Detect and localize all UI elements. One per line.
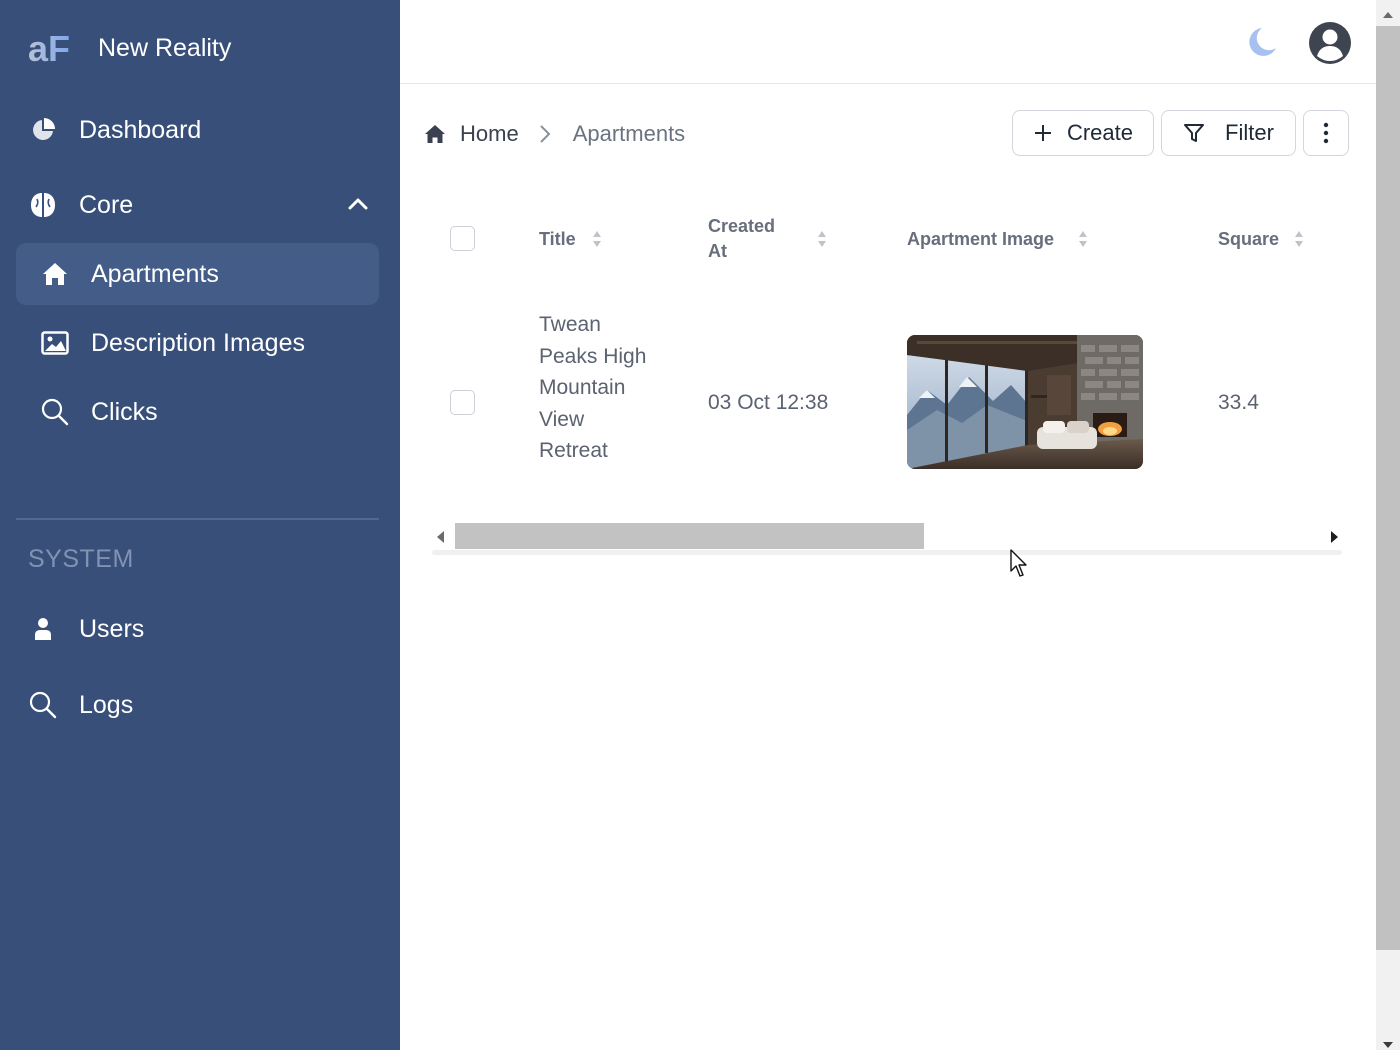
sort-icon[interactable] (592, 230, 602, 253)
sidebar-item-label: Users (79, 614, 145, 643)
cell-created-at: 03 Oct 12:38 (708, 391, 829, 414)
moon-icon[interactable] (1248, 26, 1278, 63)
chevron-up-icon[interactable] (347, 193, 369, 220)
horizontal-scroll-track[interactable] (432, 550, 1342, 555)
section-label-system: SYSTEM (28, 545, 134, 573)
sidebar-item-clicks[interactable]: Clicks (16, 381, 379, 443)
breadcrumb: Home Apartments (424, 116, 685, 152)
breadcrumb-current: Apartments (572, 121, 686, 146)
sidebar-item-label: Dashboard (79, 115, 202, 144)
dots-vertical-icon (1323, 122, 1329, 144)
scroll-right-arrow-icon[interactable] (1330, 530, 1340, 549)
column-header-apartment-image[interactable]: Apartment Image (907, 227, 1054, 252)
filter-button[interactable]: Filter (1161, 110, 1296, 156)
column-header-created-at[interactable]: Created At (708, 214, 798, 264)
row-checkbox[interactable] (450, 390, 475, 415)
user-icon (28, 614, 58, 644)
app-name: New Reality (98, 33, 232, 62)
scroll-up-arrow-icon[interactable] (1382, 6, 1394, 24)
filter-icon (1183, 122, 1205, 144)
svg-text:aF: aF (28, 28, 70, 68)
app-logo: aF (28, 28, 80, 68)
cell-square: 33.4 (1218, 391, 1259, 414)
sidebar-divider (16, 518, 379, 520)
breadcrumb-home[interactable]: Home (460, 121, 519, 147)
search-icon (28, 690, 58, 720)
home-icon[interactable] (424, 123, 446, 145)
more-actions-button[interactable] (1303, 110, 1349, 156)
mouse-cursor-icon (1010, 549, 1030, 584)
sidebar-item-label: Apartments (91, 259, 219, 288)
sidebar-item-label: Clicks (91, 397, 158, 426)
sidebar-item-core[interactable]: Core (16, 174, 379, 236)
sidebar: aF New Reality Dashboard Core Apartments… (0, 0, 400, 1050)
sidebar-item-label: Core (79, 190, 134, 219)
sort-icon[interactable] (1294, 230, 1304, 253)
sidebar-item-dashboard[interactable]: Dashboard (16, 99, 379, 161)
brand[interactable]: aF New Reality (28, 28, 231, 68)
vertical-scrollbar-thumb[interactable] (1376, 26, 1400, 950)
sidebar-item-label: Logs (79, 690, 134, 719)
scroll-left-arrow-icon[interactable] (435, 530, 445, 549)
cell-title: Twean Peaks High Mountain View Retreat (539, 313, 647, 463)
sort-icon[interactable] (817, 230, 827, 253)
sidebar-item-label: Description Images (91, 328, 305, 357)
user-avatar-icon[interactable] (1308, 21, 1352, 70)
sidebar-item-description-images[interactable]: Description Images (16, 312, 379, 374)
select-all-checkbox[interactable] (450, 226, 475, 251)
column-header-square[interactable]: Square (1218, 227, 1279, 252)
sidebar-item-apartments[interactable]: Apartments (16, 243, 379, 305)
scroll-down-arrow-icon[interactable] (1382, 1036, 1394, 1050)
search-icon (40, 397, 70, 427)
create-button[interactable]: Create (1012, 110, 1154, 156)
brain-icon (28, 190, 58, 220)
image-icon (40, 328, 70, 358)
sort-icon[interactable] (1078, 230, 1088, 253)
home-icon (40, 259, 70, 289)
pie-chart-icon (28, 115, 58, 145)
apartment-image-thumbnail[interactable] (907, 335, 1143, 469)
sidebar-item-users[interactable]: Users (16, 598, 379, 660)
column-header-title[interactable]: Title (539, 227, 576, 252)
sidebar-item-logs[interactable]: Logs (16, 674, 379, 736)
plus-icon (1033, 123, 1053, 143)
topbar (400, 0, 1376, 84)
chevron-right-icon (539, 124, 551, 144)
horizontal-scrollbar-thumb[interactable] (455, 523, 924, 549)
